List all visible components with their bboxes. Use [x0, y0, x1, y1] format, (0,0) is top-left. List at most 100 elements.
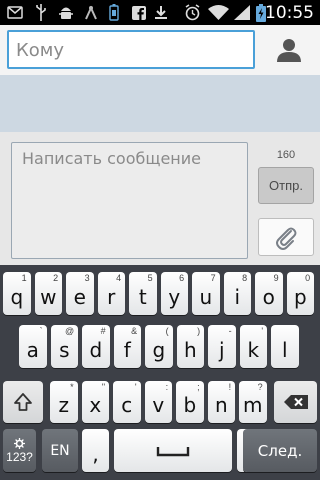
download-icon: [153, 4, 169, 21]
key-l[interactable]: l: [271, 325, 299, 368]
key-f[interactable]: & f: [113, 325, 142, 368]
key-secondary-label: -: [228, 326, 232, 336]
key-secondary-label: 9: [273, 273, 279, 283]
language-label: EN: [50, 442, 70, 459]
send-button[interactable]: Отпр.: [258, 167, 314, 204]
key-label: u: [199, 284, 213, 309]
comma-key[interactable]: ,: [82, 429, 109, 472]
key-x[interactable]: " x: [81, 381, 110, 423]
signal-icon: [233, 4, 251, 21]
key-secondary-label: ": [101, 382, 106, 392]
key-y[interactable]: 6y: [160, 272, 189, 315]
key-label: f: [123, 337, 131, 362]
key-label: b: [183, 393, 197, 417]
message-input[interactable]: Написать сообщение: [11, 142, 248, 259]
key-secondary-label: 4: [116, 273, 122, 283]
space-key[interactable]: [114, 429, 232, 472]
key-label: v: [152, 393, 165, 417]
android-debug-icon: [57, 4, 75, 21]
key-t[interactable]: 5t: [129, 272, 157, 315]
key-secondary-label: @: [64, 326, 75, 336]
key-label: y: [168, 284, 181, 309]
key-secondary-label: 0: [305, 273, 311, 283]
key-k[interactable]: ' k: [239, 325, 268, 368]
sms-icon: [6, 4, 24, 21]
key-secondary-label: &: [131, 326, 138, 336]
attach-button[interactable]: [258, 218, 314, 256]
key-secondary-label: ': [261, 326, 264, 336]
key-p[interactable]: 0p: [286, 272, 315, 315]
key-label: c: [121, 393, 133, 417]
key-w[interactable]: 2w: [34, 272, 63, 315]
key-c[interactable]: ' c: [113, 381, 141, 423]
next-label: След.: [257, 441, 303, 460]
key-label: q: [10, 284, 24, 309]
key-label: t: [138, 284, 147, 309]
alarm-icon: [183, 4, 201, 21]
key-secondary-label: ): [197, 326, 201, 336]
compose-bar: Написать сообщение 160 Отпр.: [0, 132, 320, 265]
key-a[interactable]: ` a: [19, 325, 47, 368]
key-d[interactable]: # d: [82, 325, 110, 368]
key-secondary-label: 8: [242, 273, 248, 283]
key-n[interactable]: ! n: [207, 381, 236, 423]
key-u[interactable]: 7u: [192, 272, 220, 315]
key-o[interactable]: 9o: [255, 272, 283, 315]
key-z[interactable]: * z: [50, 381, 78, 423]
key-label: k: [247, 337, 260, 362]
key-label: l: [282, 337, 288, 362]
key-secondary-label: 1: [21, 273, 27, 283]
key-label: j: [219, 337, 225, 362]
recipient-input[interactable]: Кому: [7, 30, 255, 69]
key-e[interactable]: 3e: [66, 272, 94, 315]
next-key[interactable]: След.: [243, 429, 317, 472]
backspace-key[interactable]: [274, 381, 317, 423]
key-secondary-label: #: [100, 326, 106, 336]
facebook-icon: [131, 4, 147, 21]
language-key[interactable]: EN: [42, 429, 78, 472]
shift-key[interactable]: [3, 381, 43, 423]
key-g[interactable]: (g: [145, 325, 173, 368]
space-icon: [156, 446, 190, 456]
key-label: g: [152, 337, 166, 362]
recipient-bar: Кому: [0, 25, 320, 75]
clock: 10:55: [265, 3, 314, 23]
key-secondary-label: 5: [147, 273, 153, 283]
key-i[interactable]: 8i: [223, 272, 252, 315]
key-label: z: [58, 393, 70, 417]
usb-icon: [32, 4, 50, 21]
key-secondary-label: `: [39, 326, 43, 336]
key-b[interactable]: ; b: [176, 381, 204, 423]
key-s[interactable]: @ s: [50, 325, 79, 368]
key-label: p: [293, 284, 307, 309]
shift-icon: [14, 393, 32, 411]
key-label: i: [234, 284, 241, 309]
symbols-label: 123?: [6, 450, 33, 464]
backspace-icon: [283, 395, 308, 409]
key-q[interactable]: 1q: [3, 272, 31, 315]
key-v[interactable]: :v: [144, 381, 173, 423]
key-secondary-label: 3: [84, 273, 90, 283]
paperclip-icon: [276, 227, 297, 250]
key-m[interactable]: ? m: [239, 381, 267, 423]
key-secondary-label: ': [134, 382, 137, 392]
contacts-button[interactable]: [264, 28, 314, 72]
key-secondary-label: *: [70, 382, 74, 392]
char-counter: 160: [276, 149, 296, 161]
symbols-key[interactable]: 123?: [3, 429, 36, 472]
key-secondary-label: !: [228, 382, 232, 392]
wifi-icon: [207, 4, 229, 21]
android-icon: [83, 4, 99, 21]
key-label: a: [26, 337, 39, 362]
key-label: o: [262, 284, 275, 309]
key-label: m: [243, 393, 263, 417]
key-j[interactable]: -j: [208, 325, 236, 368]
key-secondary-label: (: [165, 326, 169, 336]
key-h[interactable]: ) h: [176, 325, 205, 368]
key-r[interactable]: 4r: [97, 272, 126, 315]
key-secondary-label: ?: [257, 382, 263, 392]
battery-saver-icon: [107, 4, 121, 21]
key-secondary-label: 6: [179, 273, 185, 283]
status-bar: 10:55: [0, 0, 320, 25]
key-secondary-label: 2: [53, 273, 59, 283]
